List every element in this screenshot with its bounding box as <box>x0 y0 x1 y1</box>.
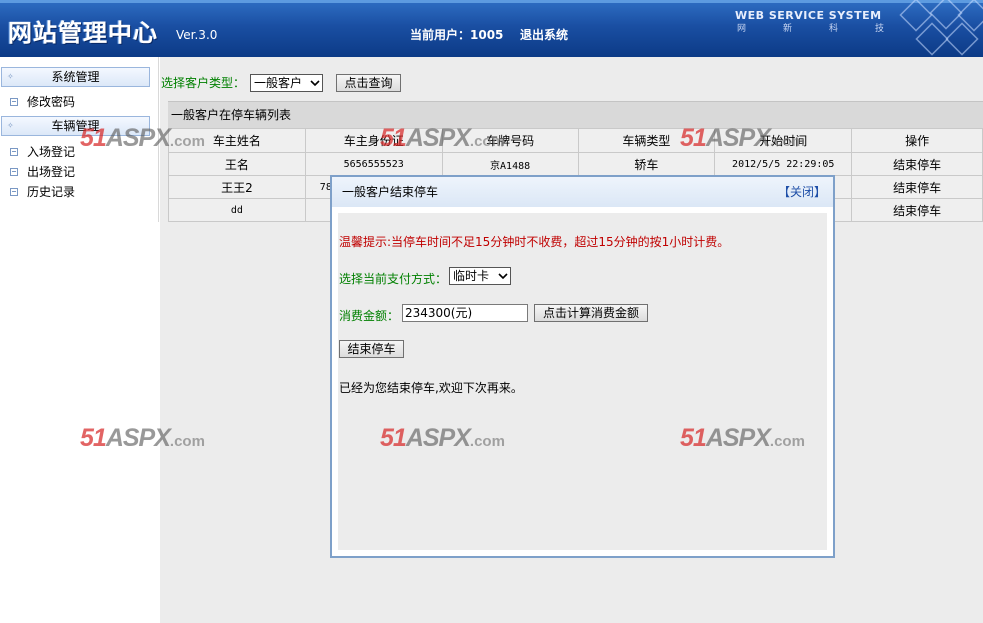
calculate-amount-button[interactable]: 点击计算消费金额 <box>534 304 648 322</box>
cell-plate: 京A1488 <box>441 152 579 176</box>
dialog-title: 一般客户结束停车 <box>342 185 439 199</box>
query-button[interactable]: 点击查询 <box>336 74 401 92</box>
logout-link[interactable]: 退出系统 <box>520 26 568 43</box>
sidebar-item-history[interactable]: 历史记录 <box>10 184 75 200</box>
column-header: 车牌号码 <box>441 128 579 153</box>
brand-subtitle: 网新科技 <box>737 21 921 34</box>
minus-box-icon <box>10 168 18 176</box>
dialog-body: 温馨提示:当停车时间不足15分钟时不收费，超过15分钟的按1小时计费。 选择当前… <box>338 213 827 550</box>
chevron-down-icon <box>498 273 508 280</box>
amount-field[interactable]: 234300(元) <box>402 304 528 322</box>
sidebar-item-entry[interactable]: 入场登记 <box>10 144 75 160</box>
cell-owner-name: dd <box>168 198 306 222</box>
dialog-close-button[interactable]: 【关闭】 <box>778 177 826 207</box>
sidebar-item-change-password[interactable]: 修改密码 <box>10 94 75 110</box>
sidebar-section-title: 系统管理 <box>51 70 100 84</box>
minus-box-icon <box>10 98 18 106</box>
current-user: 当前用户：1005 <box>410 28 504 42</box>
end-parking-link[interactable]: 结束停车 <box>851 175 983 199</box>
minus-box-icon <box>10 148 18 156</box>
cell-id-card: 5656555523 <box>304 152 443 176</box>
cell-vehicle-type: 轿车 <box>577 152 716 176</box>
sidebar-section-vehicle[interactable]: ✧ 车辆管理 <box>1 116 150 136</box>
list-title: 一般客户在停车辆列表 <box>168 101 983 128</box>
amount-label: 消费金额： <box>339 309 400 323</box>
cell-owner-name: 王王2 <box>168 175 306 199</box>
payment-method-label: 选择当前支付方式： <box>339 272 448 286</box>
payment-method-value: 临时卡 <box>453 269 490 283</box>
minus-box-icon <box>10 188 18 196</box>
sidebar-item-label: 出场登记 <box>27 165 76 179</box>
end-parking-link[interactable]: 结束停车 <box>851 198 983 222</box>
dialog-header: 一般客户结束停车 【关闭】 <box>332 177 833 207</box>
end-parking-link[interactable]: 结束停车 <box>851 152 983 176</box>
brand-sub-char: 新 <box>783 24 793 34</box>
result-message: 已经为您结束停车,欢迎下次再来。 <box>339 381 523 395</box>
sidebar-item-label: 入场登记 <box>27 145 76 159</box>
sidebar-item-label: 修改密码 <box>27 95 76 109</box>
decorative-tiles-icon <box>899 0 983 56</box>
table-row: 王名 5656555523 京A1488 轿车 2012/5/5 22:29:0… <box>168 152 983 176</box>
sidebar-item-exit[interactable]: 出场登记 <box>10 164 75 180</box>
header-highlight <box>0 0 983 3</box>
customer-type-value: 一般客户 <box>254 76 303 90</box>
table-header-row: 车主姓名 车主身份证 车牌号码 车辆类型 开始时间 操作 <box>168 128 983 153</box>
sidebar-divider <box>158 57 159 222</box>
bullet-icon: ✧ <box>7 121 14 130</box>
customer-type-select[interactable]: 一般客户 <box>250 74 323 92</box>
cell-owner-name: 王名 <box>168 152 306 176</box>
header-banner: 网站管理中心 Ver.3.0 当前用户：1005 退出系统 WEB SERVIC… <box>0 0 983 57</box>
end-parking-dialog: 一般客户结束停车 【关闭】 温馨提示:当停车时间不足15分钟时不收费，超过15分… <box>330 175 835 558</box>
brand-sub-char: 科 <box>829 24 839 34</box>
sidebar-item-label: 历史记录 <box>27 185 76 199</box>
customer-type-label: 选择客户类型： <box>161 76 246 90</box>
column-header: 车主姓名 <box>168 128 306 153</box>
bullet-icon: ✧ <box>7 72 14 81</box>
brand-sub-char: 网 <box>737 24 747 34</box>
sidebar-section-title: 车辆管理 <box>51 119 100 133</box>
column-header: 开始时间 <box>714 128 853 153</box>
column-header: 车辆类型 <box>577 128 716 153</box>
chevron-down-icon <box>310 80 320 87</box>
column-header: 车主身份证 <box>304 128 443 153</box>
cell-start-time: 2012/5/5 22:29:05 <box>714 152 853 176</box>
version-label: Ver.3.0 <box>176 28 218 42</box>
billing-tip: 温馨提示:当停车时间不足15分钟时不收费，超过15分钟的按1小时计费。 <box>339 235 730 249</box>
payment-method-select[interactable]: 临时卡 <box>449 267 511 285</box>
site-title: 网站管理中心 <box>8 19 158 47</box>
sidebar-section-system[interactable]: ✧ 系统管理 <box>1 67 150 87</box>
end-parking-button[interactable]: 结束停车 <box>339 340 404 358</box>
sidebar: ✧ 系统管理 修改密码 ✧ 车辆管理 入场登记 出场登记 历史记录 <box>0 57 160 623</box>
column-header: 操作 <box>851 128 983 153</box>
